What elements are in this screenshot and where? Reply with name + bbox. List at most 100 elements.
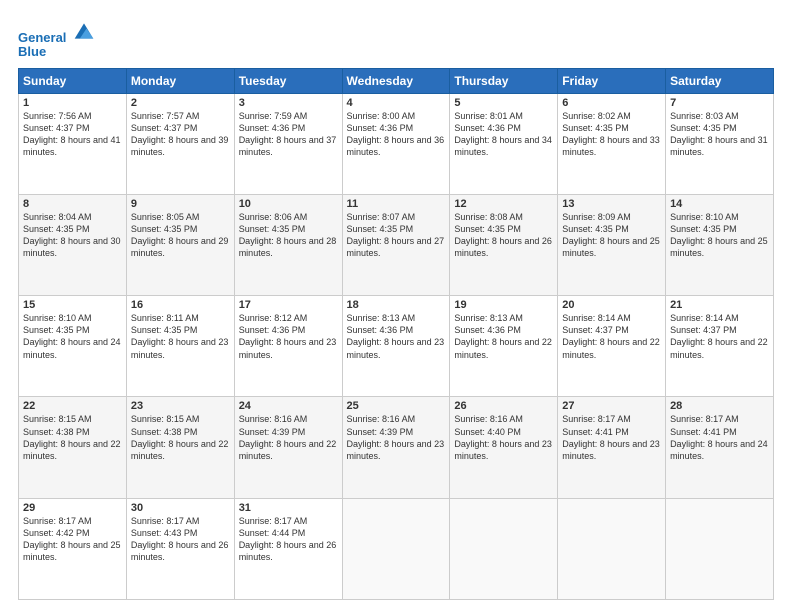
day-number: 3 (239, 97, 338, 109)
calendar-cell: 14 Sunrise: 8:10 AMSunset: 4:35 PMDaylig… (666, 194, 774, 295)
calendar-cell: 17 Sunrise: 8:12 AMSunset: 4:36 PMDaylig… (234, 296, 342, 397)
calendar: SundayMondayTuesdayWednesdayThursdayFrid… (18, 68, 774, 600)
day-number: 15 (23, 299, 122, 311)
day-number: 14 (670, 198, 769, 210)
cell-content: Sunrise: 8:15 AMSunset: 4:38 PMDaylight:… (23, 413, 122, 462)
day-number: 25 (347, 400, 446, 412)
calendar-cell (342, 498, 450, 599)
cell-content: Sunrise: 8:09 AMSunset: 4:35 PMDaylight:… (562, 211, 661, 260)
cell-content: Sunrise: 8:17 AMSunset: 4:44 PMDaylight:… (239, 515, 338, 564)
calendar-cell: 1 Sunrise: 7:56 AMSunset: 4:37 PMDayligh… (19, 93, 127, 194)
cell-content: Sunrise: 8:03 AMSunset: 4:35 PMDaylight:… (670, 110, 769, 159)
day-number: 7 (670, 97, 769, 109)
calendar-cell: 28 Sunrise: 8:17 AMSunset: 4:41 PMDaylig… (666, 397, 774, 498)
day-number: 12 (454, 198, 553, 210)
calendar-cell: 6 Sunrise: 8:02 AMSunset: 4:35 PMDayligh… (558, 93, 666, 194)
logo-icon (73, 20, 95, 42)
cell-content: Sunrise: 8:10 AMSunset: 4:35 PMDaylight:… (23, 312, 122, 361)
day-number: 13 (562, 198, 661, 210)
day-number: 27 (562, 400, 661, 412)
day-number: 2 (131, 97, 230, 109)
day-number: 16 (131, 299, 230, 311)
logo-general: General (18, 30, 66, 45)
calendar-cell (558, 498, 666, 599)
calendar-cell (666, 498, 774, 599)
cell-content: Sunrise: 8:01 AMSunset: 4:36 PMDaylight:… (454, 110, 553, 159)
day-number: 6 (562, 97, 661, 109)
cell-content: Sunrise: 8:04 AMSunset: 4:35 PMDaylight:… (23, 211, 122, 260)
day-number: 20 (562, 299, 661, 311)
day-number: 4 (347, 97, 446, 109)
cell-content: Sunrise: 8:14 AMSunset: 4:37 PMDaylight:… (562, 312, 661, 361)
day-number: 23 (131, 400, 230, 412)
cell-content: Sunrise: 8:11 AMSunset: 4:35 PMDaylight:… (131, 312, 230, 361)
cell-content: Sunrise: 8:16 AMSunset: 4:39 PMDaylight:… (239, 413, 338, 462)
col-header-saturday: Saturday (666, 68, 774, 93)
calendar-cell: 30 Sunrise: 8:17 AMSunset: 4:43 PMDaylig… (126, 498, 234, 599)
calendar-cell: 26 Sunrise: 8:16 AMSunset: 4:40 PMDaylig… (450, 397, 558, 498)
cell-content: Sunrise: 8:05 AMSunset: 4:35 PMDaylight:… (131, 211, 230, 260)
calendar-cell: 19 Sunrise: 8:13 AMSunset: 4:36 PMDaylig… (450, 296, 558, 397)
logo-blue: Blue (18, 45, 95, 59)
calendar-cell: 24 Sunrise: 8:16 AMSunset: 4:39 PMDaylig… (234, 397, 342, 498)
cell-content: Sunrise: 8:17 AMSunset: 4:41 PMDaylight:… (670, 413, 769, 462)
cell-content: Sunrise: 8:17 AMSunset: 4:43 PMDaylight:… (131, 515, 230, 564)
day-number: 17 (239, 299, 338, 311)
day-number: 10 (239, 198, 338, 210)
calendar-cell (450, 498, 558, 599)
logo-text: General (18, 20, 95, 45)
calendar-cell: 8 Sunrise: 8:04 AMSunset: 4:35 PMDayligh… (19, 194, 127, 295)
cell-content: Sunrise: 8:14 AMSunset: 4:37 PMDaylight:… (670, 312, 769, 361)
calendar-cell: 20 Sunrise: 8:14 AMSunset: 4:37 PMDaylig… (558, 296, 666, 397)
day-number: 24 (239, 400, 338, 412)
calendar-cell: 16 Sunrise: 8:11 AMSunset: 4:35 PMDaylig… (126, 296, 234, 397)
calendar-cell: 12 Sunrise: 8:08 AMSunset: 4:35 PMDaylig… (450, 194, 558, 295)
cell-content: Sunrise: 8:16 AMSunset: 4:39 PMDaylight:… (347, 413, 446, 462)
calendar-cell: 11 Sunrise: 8:07 AMSunset: 4:35 PMDaylig… (342, 194, 450, 295)
day-number: 9 (131, 198, 230, 210)
week-row-0: 1 Sunrise: 7:56 AMSunset: 4:37 PMDayligh… (19, 93, 774, 194)
day-number: 11 (347, 198, 446, 210)
cell-content: Sunrise: 8:16 AMSunset: 4:40 PMDaylight:… (454, 413, 553, 462)
day-number: 31 (239, 502, 338, 514)
week-row-2: 15 Sunrise: 8:10 AMSunset: 4:35 PMDaylig… (19, 296, 774, 397)
day-number: 1 (23, 97, 122, 109)
col-header-sunday: Sunday (19, 68, 127, 93)
day-number: 8 (23, 198, 122, 210)
col-header-friday: Friday (558, 68, 666, 93)
logo: General Blue (18, 20, 95, 60)
day-number: 30 (131, 502, 230, 514)
cell-content: Sunrise: 8:17 AMSunset: 4:41 PMDaylight:… (562, 413, 661, 462)
cell-content: Sunrise: 8:07 AMSunset: 4:35 PMDaylight:… (347, 211, 446, 260)
cell-content: Sunrise: 8:15 AMSunset: 4:38 PMDaylight:… (131, 413, 230, 462)
col-header-wednesday: Wednesday (342, 68, 450, 93)
day-number: 5 (454, 97, 553, 109)
day-number: 21 (670, 299, 769, 311)
calendar-cell: 15 Sunrise: 8:10 AMSunset: 4:35 PMDaylig… (19, 296, 127, 397)
cell-content: Sunrise: 7:59 AMSunset: 4:36 PMDaylight:… (239, 110, 338, 159)
calendar-cell: 25 Sunrise: 8:16 AMSunset: 4:39 PMDaylig… (342, 397, 450, 498)
calendar-cell: 3 Sunrise: 7:59 AMSunset: 4:36 PMDayligh… (234, 93, 342, 194)
calendar-cell: 2 Sunrise: 7:57 AMSunset: 4:37 PMDayligh… (126, 93, 234, 194)
day-number: 18 (347, 299, 446, 311)
calendar-cell: 21 Sunrise: 8:14 AMSunset: 4:37 PMDaylig… (666, 296, 774, 397)
cell-content: Sunrise: 8:17 AMSunset: 4:42 PMDaylight:… (23, 515, 122, 564)
calendar-cell: 27 Sunrise: 8:17 AMSunset: 4:41 PMDaylig… (558, 397, 666, 498)
calendar-cell: 31 Sunrise: 8:17 AMSunset: 4:44 PMDaylig… (234, 498, 342, 599)
calendar-cell: 18 Sunrise: 8:13 AMSunset: 4:36 PMDaylig… (342, 296, 450, 397)
cell-content: Sunrise: 8:13 AMSunset: 4:36 PMDaylight:… (347, 312, 446, 361)
col-header-tuesday: Tuesday (234, 68, 342, 93)
calendar-cell: 29 Sunrise: 8:17 AMSunset: 4:42 PMDaylig… (19, 498, 127, 599)
week-row-4: 29 Sunrise: 8:17 AMSunset: 4:42 PMDaylig… (19, 498, 774, 599)
calendar-cell: 10 Sunrise: 8:06 AMSunset: 4:35 PMDaylig… (234, 194, 342, 295)
cell-content: Sunrise: 7:57 AMSunset: 4:37 PMDaylight:… (131, 110, 230, 159)
cell-content: Sunrise: 8:00 AMSunset: 4:36 PMDaylight:… (347, 110, 446, 159)
cell-content: Sunrise: 8:12 AMSunset: 4:36 PMDaylight:… (239, 312, 338, 361)
day-number: 29 (23, 502, 122, 514)
page: General Blue SundayMondayTuesdayWednesda… (0, 0, 792, 612)
week-row-1: 8 Sunrise: 8:04 AMSunset: 4:35 PMDayligh… (19, 194, 774, 295)
col-header-thursday: Thursday (450, 68, 558, 93)
day-number: 19 (454, 299, 553, 311)
cell-content: Sunrise: 8:13 AMSunset: 4:36 PMDaylight:… (454, 312, 553, 361)
calendar-cell: 7 Sunrise: 8:03 AMSunset: 4:35 PMDayligh… (666, 93, 774, 194)
